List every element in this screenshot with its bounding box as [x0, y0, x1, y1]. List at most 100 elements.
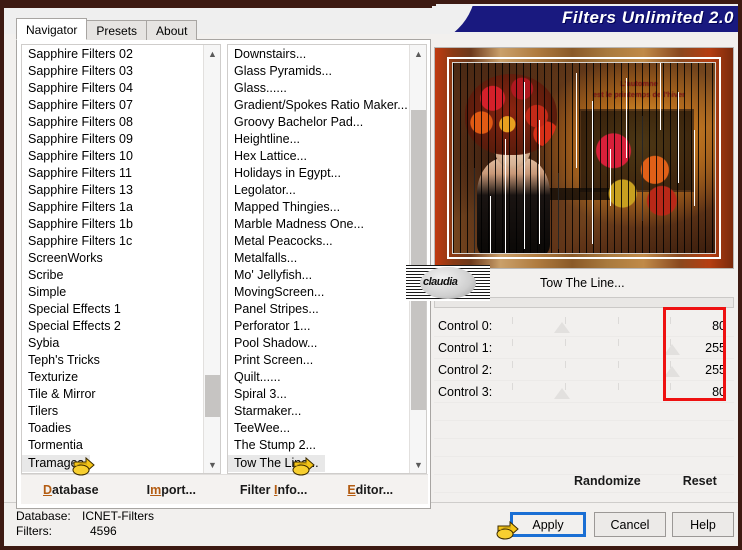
list-item[interactable]: Sapphire Filters 03 [22, 63, 203, 80]
list-item-label[interactable]: ScreenWorks [22, 250, 203, 267]
list-item-label[interactable]: Sapphire Filters 08 [22, 114, 203, 131]
list-item-label[interactable]: Tormentia [22, 437, 203, 454]
database-button[interactable]: Database [43, 483, 99, 497]
list-item-label[interactable]: Teph's Tricks [22, 352, 203, 369]
list-item[interactable]: MovingScreen... [228, 284, 409, 301]
help-button[interactable]: Help [672, 512, 734, 537]
list-item-label[interactable]: Starmaker... [228, 403, 409, 420]
list-item-label[interactable]: Sapphire Filters 1c [22, 233, 203, 250]
list-item[interactable]: Special Effects 2 [22, 318, 203, 335]
control-row[interactable]: Control 1: 255 [434, 337, 734, 359]
control-slider[interactable] [512, 381, 672, 402]
list-item[interactable]: Tramages [22, 454, 203, 472]
list-item[interactable]: The Stump 2... [228, 437, 409, 454]
list-item-label[interactable]: Glass...... [228, 80, 409, 97]
list-item[interactable]: Tilers [22, 403, 203, 420]
control-row[interactable]: Control 0: 80 [434, 315, 734, 337]
list-item[interactable]: Sapphire Filters 04 [22, 80, 203, 97]
scroll-up-icon[interactable]: ▲ [204, 45, 220, 62]
list-item-label[interactable]: Sapphire Filters 04 [22, 80, 203, 97]
list-item-selected[interactable]: Tow The Line... [228, 455, 325, 472]
list-item[interactable]: Holidays in Egypt... [228, 165, 409, 182]
list-item-label[interactable]: Groovy Bachelor Pad... [228, 114, 409, 131]
list-item-label[interactable]: Sybia [22, 335, 203, 352]
list-item[interactable]: Sapphire Filters 1a [22, 199, 203, 216]
list-item-label[interactable]: Perforator 1... [228, 318, 409, 335]
list-item-label[interactable]: Sapphire Filters 07 [22, 97, 203, 114]
control-row[interactable]: Control 2: 255 [434, 359, 734, 381]
apply-button[interactable]: Apply [510, 512, 586, 537]
list-item-label[interactable]: Panel Stripes... [228, 301, 409, 318]
tab-presets[interactable]: Presets [86, 20, 148, 40]
list-item[interactable]: Metalfalls... [228, 250, 409, 267]
list-item-label[interactable]: Sapphire Filters 03 [22, 63, 203, 80]
list-item-label[interactable]: Special Effects 1 [22, 301, 203, 318]
tab-navigator[interactable]: Navigator [16, 18, 88, 40]
list-item-label[interactable]: Sapphire Filters 13 [22, 182, 203, 199]
control-value[interactable]: 80 [686, 385, 726, 399]
list-item[interactable]: Sapphire Filters 11 [22, 165, 203, 182]
list-item[interactable]: Downstairs... [228, 46, 409, 63]
list-item-label[interactable]: Sapphire Filters 10 [22, 148, 203, 165]
list-item[interactable]: Sapphire Filters 13 [22, 182, 203, 199]
control-slider[interactable] [512, 337, 680, 358]
list-item-label[interactable]: Marble Madness One... [228, 216, 409, 233]
list-item[interactable]: Texturize [22, 369, 203, 386]
list-item-label[interactable]: Quilt...... [228, 369, 409, 386]
scroll-down-icon[interactable]: ▼ [204, 456, 220, 473]
list-item-label[interactable]: Sapphire Filters 09 [22, 131, 203, 148]
control-value[interactable]: 255 [686, 341, 726, 355]
list-item[interactable]: Glass...... [228, 80, 409, 97]
list-item-label[interactable]: Legolator... [228, 182, 409, 199]
list-item-label[interactable]: Special Effects 2 [22, 318, 203, 335]
slider-thumb[interactable] [553, 388, 570, 399]
list-item-label[interactable]: MovingScreen... [228, 284, 409, 301]
list-item-label[interactable]: Toadies [22, 420, 203, 437]
list-item-label[interactable]: Tilers [22, 403, 203, 420]
list-item[interactable]: Sapphire Filters 10 [22, 148, 203, 165]
control-slider[interactable] [512, 359, 680, 380]
list-item[interactable]: Metal Peacocks... [228, 233, 409, 250]
tab-about[interactable]: About [146, 20, 198, 40]
list-item-label[interactable]: Metalfalls... [228, 250, 409, 267]
control-value[interactable]: 80 [686, 319, 726, 333]
list-item-label[interactable]: Spiral 3... [228, 386, 409, 403]
list-item-label[interactable]: Metal Peacocks... [228, 233, 409, 250]
list-item[interactable]: Glass Pyramids... [228, 63, 409, 80]
list-item[interactable]: Tormentia [22, 437, 203, 454]
cancel-button[interactable]: Cancel [594, 512, 666, 537]
list-item-label[interactable]: TeeWee... [228, 420, 409, 437]
list-item[interactable]: Mapped Thingies... [228, 199, 409, 216]
list-item[interactable]: Pool Shadow... [228, 335, 409, 352]
list-item-label[interactable]: Hex Lattice... [228, 148, 409, 165]
list-item[interactable]: Heightline... [228, 131, 409, 148]
list-item[interactable]: Panel Stripes... [228, 301, 409, 318]
slider-thumb[interactable] [553, 322, 570, 333]
slider-thumb[interactable] [664, 344, 680, 355]
list-item[interactable]: Sapphire Filters 07 [22, 97, 203, 114]
list-item[interactable]: Simple [22, 284, 203, 301]
list-item[interactable]: Starmaker... [228, 403, 409, 420]
scroll-down-icon[interactable]: ▼ [410, 456, 426, 473]
control-value[interactable]: 255 [686, 363, 726, 377]
import-button[interactable]: Import... [147, 483, 196, 497]
reset-button[interactable]: Reset [683, 474, 717, 488]
list-item[interactable]: Print Screen... [228, 352, 409, 369]
list-item[interactable]: Tile & Mirror [22, 386, 203, 403]
list-item[interactable]: Groovy Bachelor Pad... [228, 114, 409, 131]
list-item-label[interactable]: Mapped Thingies... [228, 199, 409, 216]
list-item-label[interactable]: Print Screen... [228, 352, 409, 369]
scrollbar-thumb[interactable] [411, 110, 426, 410]
list-item[interactable]: Spiral 3... [228, 386, 409, 403]
list-item-label[interactable]: Scribe [22, 267, 203, 284]
list-item-label[interactable]: Heightline... [228, 131, 409, 148]
list-item-selected[interactable]: Tramages [22, 455, 90, 472]
list-item-label[interactable]: Downstairs... [228, 46, 409, 63]
list-item[interactable]: Sapphire Filters 09 [22, 131, 203, 148]
list-item-label[interactable]: Texturize [22, 369, 203, 386]
list-item-label[interactable]: Mo' Jellyfish... [228, 267, 409, 284]
filter-category-list[interactable]: Sapphire Filters 02 Sapphire Filters 03 Sa… [21, 44, 221, 474]
scroll-up-icon[interactable]: ▲ [410, 45, 426, 62]
list-item[interactable]: Sapphire Filters 08 [22, 114, 203, 131]
control-slider[interactable] [512, 315, 672, 336]
